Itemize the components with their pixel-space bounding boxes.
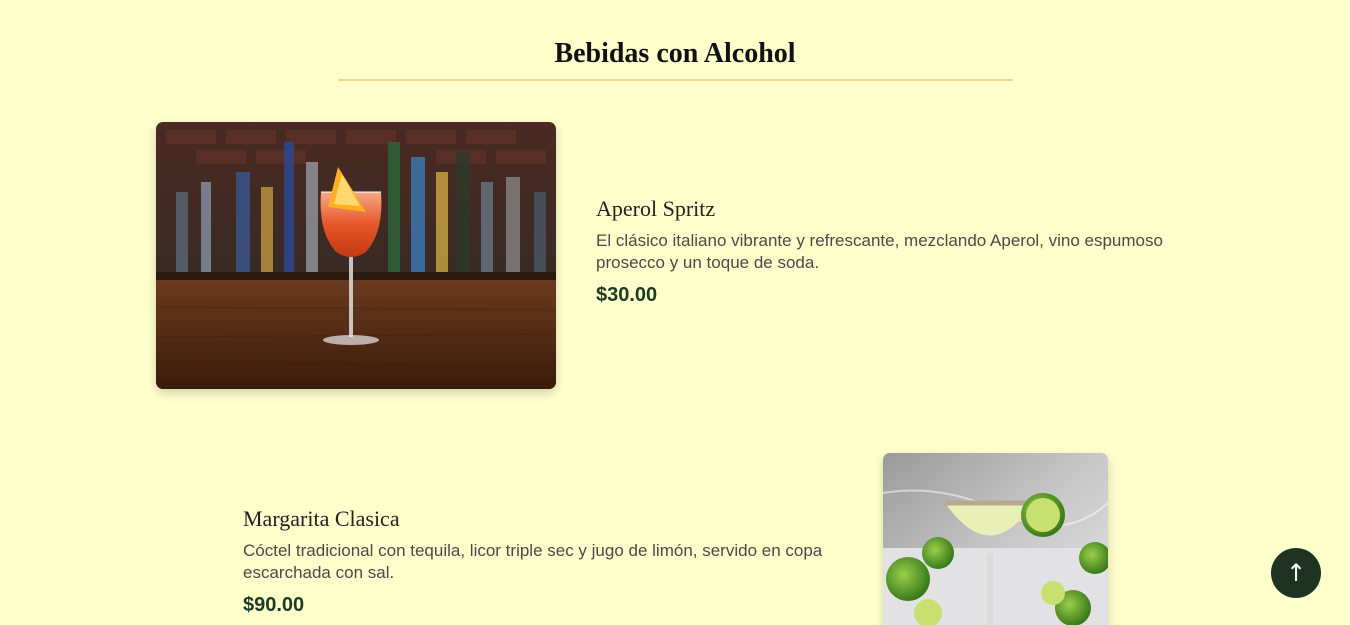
item-name: Aperol Spritz [596,196,716,221]
arrow-up-icon: ↑ [1285,559,1307,587]
item-name: Margarita Clasica [243,506,400,531]
menu-item-aperol-spritz: Aperol Spritz El clásico italiano vibran… [596,194,1196,308]
item-price: $30.00 [596,284,658,306]
margarita-photo [883,453,1108,625]
item-price: $90.00 [243,594,305,616]
item-description: Cóctel tradicional con tequila, licor tr… [243,541,823,582]
item-description: El clásico italiano vibrante y refrescan… [596,231,1163,272]
menu-item-margarita-clasica: Margarita Clasica Cóctel tradicional con… [243,504,853,618]
aperol-spritz-photo [156,122,556,389]
section-title: Bebidas con Alcohol [554,38,796,69]
scroll-to-top-button[interactable]: ↑ [1271,548,1321,598]
title-divider [338,79,1013,81]
